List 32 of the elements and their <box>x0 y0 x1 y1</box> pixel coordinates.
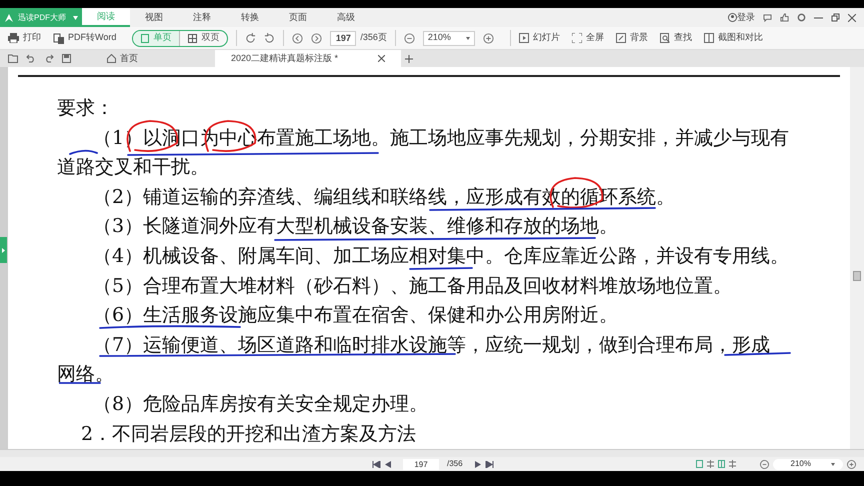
subsection-heading: 2．不同岩层段的开挖和出渣方案及方法 <box>81 422 416 447</box>
page-number-field[interactable]: 197 <box>330 30 356 46</box>
body-text-line: （3）长隧道洞外应有大型机械设备安装、维修和存放的场地。 <box>93 214 618 240</box>
page-total: /356 <box>447 458 463 470</box>
body-text-line: （8）危险品库房按有关安全规定办理。 <box>93 392 428 417</box>
toolbar-button[interactable]: 截图和对比 <box>704 31 763 45</box>
page-total: /356页 <box>360 31 387 44</box>
page-number-field[interactable]: 197 <box>403 458 439 470</box>
body-text-line: （4）机械设备、附属车间、加工场应相对集中。仓库应靠近公路，并设有专用线。 <box>93 244 790 269</box>
toolbar-button[interactable]: 全屏 <box>572 31 604 45</box>
menu-tab[interactable]: 页面 <box>274 8 322 27</box>
zoom-dropdown[interactable]: 210% <box>773 458 843 470</box>
body-text-line: （7）运输便道、场区道路和临时排水设施等，应统一规划，做到合理布局，形成 <box>93 332 770 358</box>
login-link[interactable]: 登录 <box>737 10 755 24</box>
toolbar-button[interactable]: 背景 <box>616 31 648 45</box>
toolbar-button[interactable]: 查找 <box>660 31 692 45</box>
body-text-line: （5）合理布置大堆材料（砂石料）、施工备用品及回收材料堆放场地位置。 <box>93 274 732 299</box>
print-button[interactable]: 打印 <box>8 31 41 45</box>
app-name: 迅读PDF大师 <box>18 12 66 24</box>
menu-tab[interactable]: 高级 <box>322 8 370 27</box>
body-text-line: 道路交叉和干扰。 <box>57 155 209 180</box>
menu-tab[interactable]: 注释 <box>178 8 226 27</box>
pdf-to-word-button[interactable]: PDF转Word <box>53 31 116 45</box>
toolbar-button[interactable]: 幻灯片 <box>518 31 560 45</box>
document-tab[interactable]: 2020二建精讲真题标注版 * <box>215 50 402 67</box>
body-text-line: 网络。 <box>57 362 114 388</box>
view-mode-button[interactable]: 双页 <box>179 30 228 46</box>
zoom-dropdown[interactable]: 210% <box>422 30 475 46</box>
menu-tab[interactable]: 视图 <box>130 8 178 27</box>
section-heading: 要求： <box>57 96 114 121</box>
body-text-line: （6）生活服务设施应集中布置在宿舍、保健和办公用房附近。 <box>93 303 618 328</box>
menu-tab[interactable]: 转换 <box>226 8 274 27</box>
